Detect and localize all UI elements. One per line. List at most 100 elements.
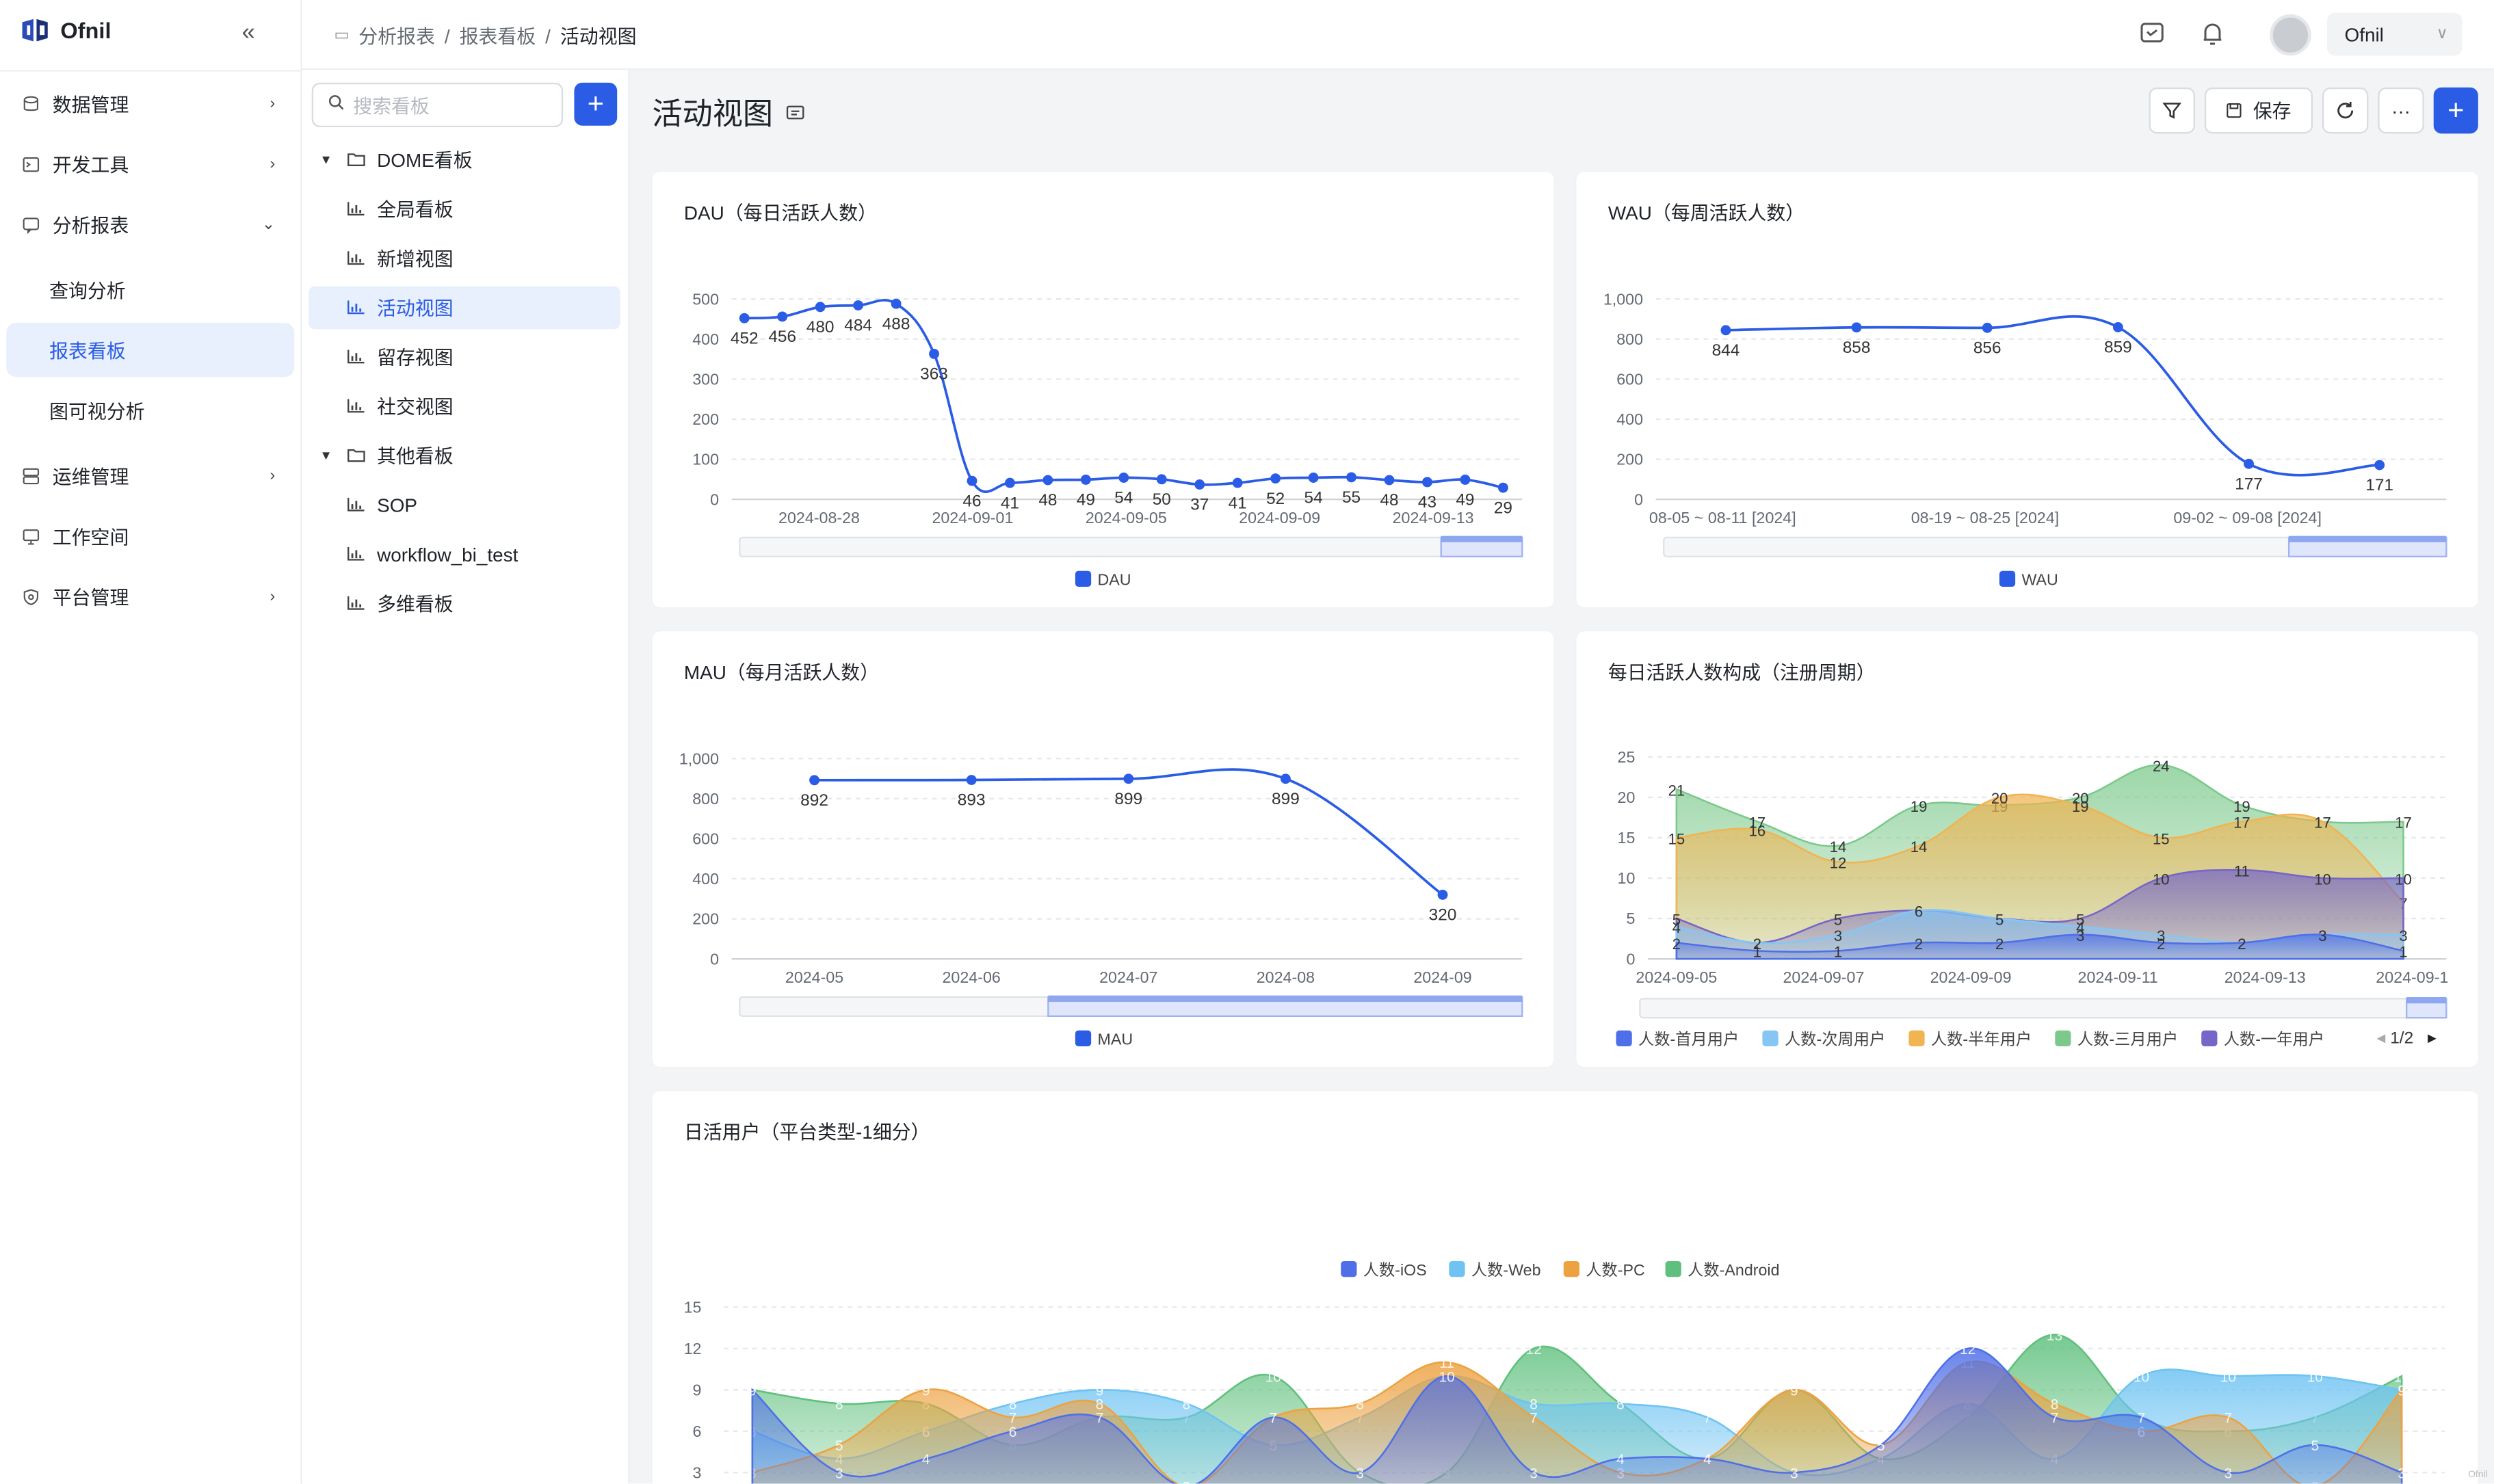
legend-swatch[interactable] [1616,1030,1632,1047]
data-point[interactable] [891,298,902,309]
legend-item-mau[interactable]: MAU [1097,1031,1133,1048]
data-point[interactable] [1005,477,1015,488]
tree-board-item[interactable]: SOP [309,483,620,527]
dau-chart[interactable]: 0100200300400500452 456480 484 48836346 41 48… [652,172,1553,607]
data-point[interactable] [929,348,939,359]
data-point[interactable] [815,302,826,313]
composition-chart[interactable]: 0510152025211714191920241917171516121420… [1576,631,2478,1067]
legend-next-icon[interactable]: ▸ [2428,1028,2437,1047]
refresh-button[interactable] [2322,87,2369,134]
tree-board-item[interactable]: workflow_bi_test [309,533,620,576]
legend-swatch[interactable] [2055,1030,2071,1047]
sidebar-item-report-boards[interactable]: 报表看板 [6,323,295,377]
data-point[interactable] [1042,475,1053,486]
zoom-slider-handle-bar[interactable] [2406,996,2447,1004]
data-point[interactable] [1280,773,1291,784]
breadcrumb-item[interactable]: 报表看板 [460,23,536,50]
data-point[interactable] [777,311,788,322]
data-point[interactable] [1982,322,1993,333]
zoom-slider-handle-bar[interactable] [1048,995,1523,1002]
legend-item[interactable]: 人数-iOS [1363,1261,1427,1279]
legend-item[interactable]: 人数-次周用户 [1785,1031,1885,1048]
sidebar-item-platform[interactable]: 平台管理 › [6,569,294,623]
data-point[interactable] [1851,322,1862,333]
series-line[interactable] [814,768,1444,896]
legend-item[interactable]: 人数-Web [1471,1261,1541,1279]
platform-chart[interactable]: 0369121598857710331284947137671064689857… [652,1091,2478,1484]
legend-swatch[interactable] [1341,1260,1357,1277]
tree-board-item[interactable]: 活动视图 [309,286,620,330]
zoom-slider-handle-bar[interactable] [2289,535,2447,542]
add-board-button[interactable]: + [574,82,618,126]
data-point[interactable] [1384,475,1395,486]
sidebar-item-graph-analysis[interactable]: 图可视分析 [6,383,294,437]
data-point[interactable] [1232,477,1243,488]
breadcrumb-item[interactable]: 分析报表 [358,23,435,50]
legend-prev-icon[interactable]: ◂ [2377,1028,2386,1047]
data-point[interactable] [1720,325,1731,336]
tree-board-item[interactable]: 多维看板 [309,582,620,625]
mau-chart[interactable]: 0 200 400 600 800 1,000 892 893 899 899 320 2024-05… [652,631,1553,1067]
tree-folder[interactable]: ▼ DOME看板 [309,138,620,181]
avatar[interactable] [2270,14,2311,56]
legend-item-dau[interactable]: DAU [1097,571,1131,589]
data-point[interactable] [1270,473,1281,484]
wau-chart[interactable]: 0 200 400 600 800 1,000 844 858 856 859 177 171 08-0… [1576,172,2478,607]
sidebar-item-workspace[interactable]: 工作空间 [6,509,294,563]
data-point[interactable] [967,475,977,486]
tree-board-item[interactable]: 全局看板 [309,187,620,230]
data-point[interactable] [1123,773,1134,784]
add-chart-button[interactable]: + [2433,87,2478,134]
sidebar-item-data-management[interactable]: 数据管理 › [6,77,294,131]
tree-folder[interactable]: ▼ 其他看板 [309,434,620,477]
data-point[interactable] [1460,474,1471,485]
data-point[interactable] [1156,474,1167,485]
user-select[interactable]: Ofnil ∨ [2326,12,2463,56]
tree-board-item[interactable]: 留存视图 [309,336,620,379]
legend-item[interactable]: 人数-首月用户 [1638,1031,1739,1048]
sidebar-item-query-analysis[interactable]: 查询分析 [6,263,294,317]
tree-board-item[interactable]: 新增视图 [309,237,620,280]
bell-icon[interactable] [2198,19,2227,48]
zoom-slider-handle-bar[interactable] [1441,535,1523,542]
caret-down-icon[interactable]: ▼ [319,153,332,167]
legend-swatch[interactable] [1762,1030,1778,1047]
data-point[interactable] [966,775,977,785]
legend-item[interactable]: 人数-一年用户 [2224,1031,2324,1048]
app-logo[interactable]: Ofnil [19,18,111,43]
series-line[interactable] [1725,315,2380,477]
filter-button[interactable] [2149,87,2195,134]
comment-icon[interactable] [786,103,805,122]
legend-swatch[interactable] [1449,1260,1465,1277]
legend-item[interactable]: 人数-Android [1688,1261,1779,1279]
legend-item-wau[interactable]: WAU [2021,571,2058,589]
legend-swatch[interactable] [1075,1030,1092,1047]
legend-swatch[interactable] [1908,1030,1925,1047]
data-point[interactable] [853,300,864,310]
data-point[interactable] [1346,472,1357,483]
sidebar-item-dev-tools[interactable]: 开发工具 › [6,137,294,191]
data-point[interactable] [1497,482,1508,493]
data-point[interactable] [1080,474,1091,485]
legend-swatch[interactable] [2201,1030,2218,1047]
data-point[interactable] [2244,458,2254,469]
double-chevron-left-icon[interactable]: « [241,19,254,47]
data-point[interactable] [2374,460,2385,471]
feedback-icon[interactable] [2138,19,2166,48]
data-point[interactable] [1422,477,1432,488]
data-point[interactable] [2112,322,2123,332]
caret-down-icon[interactable]: ▼ [319,449,332,463]
data-point[interactable] [809,775,819,786]
more-button[interactable]: ··· [2378,87,2424,134]
data-point[interactable] [1308,473,1319,483]
search-input[interactable]: 搜索看板 [311,82,564,128]
data-point[interactable] [1437,889,1448,900]
legend-swatch[interactable] [1075,570,1092,587]
legend-item[interactable]: 人数-三月用户 [2077,1031,2178,1048]
save-button[interactable]: 保存 [2204,87,2313,134]
data-point[interactable] [1118,473,1129,483]
sidebar-item-ops[interactable]: 运维管理 › [6,449,294,503]
zoom-slider-track[interactable] [1639,998,2447,1019]
legend-swatch[interactable] [1665,1260,1681,1277]
legend-item[interactable]: 人数-半年用户 [1931,1031,2032,1048]
